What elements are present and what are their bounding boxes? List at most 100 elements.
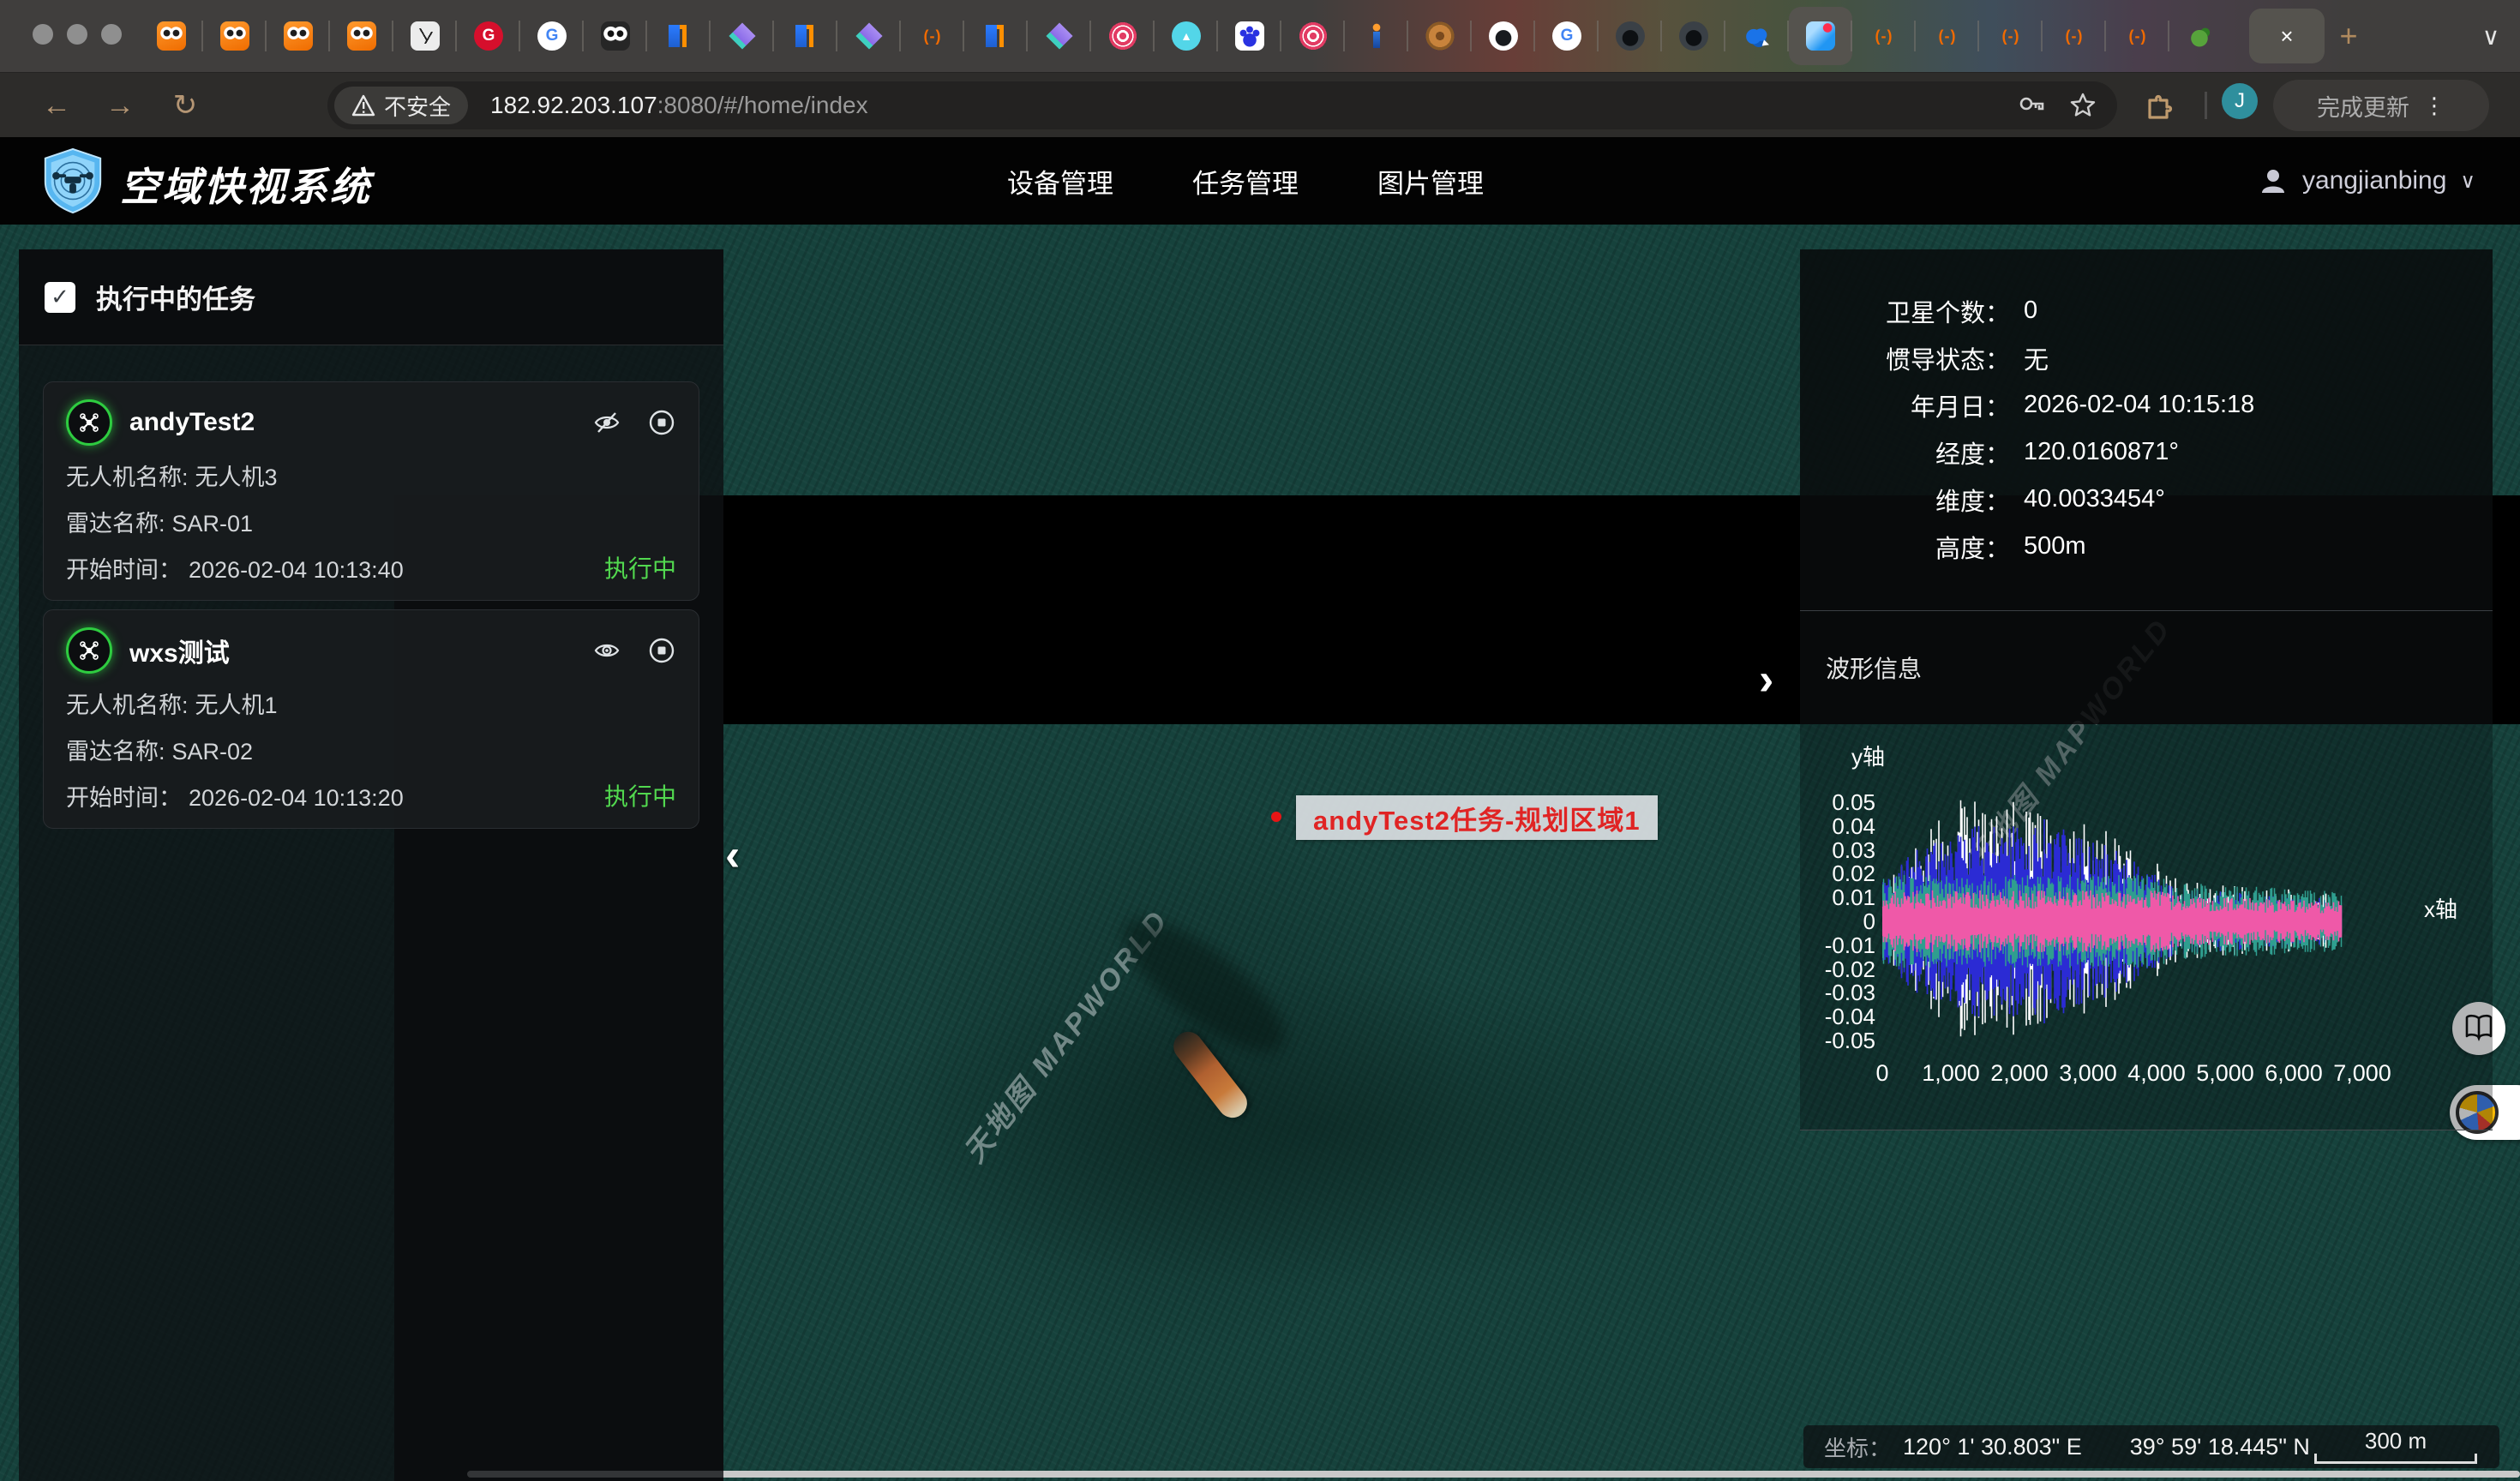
gem-purple-favicon-icon xyxy=(1039,15,1080,57)
url-path: :8080/#/home/index xyxy=(657,92,868,118)
tab-map[interactable] xyxy=(1789,7,1852,65)
tab-cloud[interactable] xyxy=(1725,7,1789,65)
security-chip-label: 不安全 xyxy=(384,90,451,122)
active-tab[interactable]: × xyxy=(2249,9,2325,63)
nav-image-management[interactable]: 图片管理 xyxy=(1377,162,1484,201)
tab-brackets-4[interactable]: (-) xyxy=(1979,7,2043,65)
browser-menu-icon[interactable]: ⋮ xyxy=(2423,93,2445,119)
tab-doc-3[interactable] xyxy=(964,7,1028,65)
tab-doc-1[interactable] xyxy=(647,7,711,65)
tab-brackets-3[interactable]: (-) xyxy=(1916,7,1979,65)
start-time-value: 2026-02-04 10:13:40 xyxy=(189,557,404,583)
tab-google-2[interactable]: G xyxy=(1535,7,1599,65)
task-name: wxs测试 xyxy=(129,632,230,669)
tab-owl-4[interactable] xyxy=(330,7,393,65)
uav-value: 无人机1 xyxy=(195,693,278,718)
password-key-icon[interactable] xyxy=(2018,92,2045,119)
gem-purple-favicon-icon xyxy=(849,15,890,57)
tab-rings-1[interactable] xyxy=(1091,7,1155,65)
task-status-badge: 执行中 xyxy=(604,550,676,585)
tea-green-favicon-icon xyxy=(2187,21,2216,51)
waveform-chart: y轴 x轴 0.050.040.030.020.010-0.01-0.02-0.… xyxy=(1800,724,2493,1130)
tab-github-3[interactable] xyxy=(1662,7,1725,65)
tab-brackets-6[interactable]: (-) xyxy=(2106,7,2169,65)
app-logo-shield-drone-icon xyxy=(39,147,106,215)
visibility-on-icon[interactable] xyxy=(592,636,621,665)
stop-task-icon[interactable] xyxy=(647,408,676,437)
site-security-chip[interactable]: 不安全 xyxy=(334,87,468,124)
waveform-title: 波形信息 xyxy=(1826,651,1922,685)
browser-update-button[interactable]: 完成更新 ⋮ xyxy=(2273,80,2489,131)
tab-paw[interactable] xyxy=(1218,7,1281,65)
y-tick: -0.05 xyxy=(1800,1029,1875,1052)
window-close-button[interactable] xyxy=(33,24,53,45)
tab-tea[interactable] xyxy=(2169,7,2233,65)
radar-label: 雷达名称: xyxy=(66,511,165,537)
horizontal-scrollbar[interactable] xyxy=(467,1471,2520,1478)
satellite-count-value: 0 xyxy=(2024,297,2037,325)
new-tab-button[interactable]: + xyxy=(2328,15,2369,57)
tab-g-red[interactable]: G xyxy=(457,7,520,65)
y-tick: 0.02 xyxy=(1800,862,1875,884)
expand-right-panel-icon[interactable]: › xyxy=(1759,657,1773,702)
forward-button[interactable]: → xyxy=(96,81,144,129)
stop-task-icon[interactable] xyxy=(647,636,676,665)
running-tasks-title: 执行中的任务 xyxy=(96,278,255,316)
task-card-andytest2[interactable]: andyTest2 无人机名称:无人机3 雷达名称:SAR-01 开始时间：20… xyxy=(43,381,699,601)
satellite-count-label: 卫星个数： xyxy=(1800,293,2010,329)
brackets-orange-favicon-icon: (-) xyxy=(2060,21,2089,51)
task-card-wxs[interactable]: wxs测试 无人机名称:无人机1 雷达名称:SAR-02 开始时间：2026-0… xyxy=(43,609,699,829)
tab-brackets-1[interactable]: (-) xyxy=(901,7,964,65)
candle-blue-favicon-icon xyxy=(1362,21,1391,51)
show-tasks-checkbox[interactable]: ✓ xyxy=(45,282,75,313)
nav-device-management[interactable]: 设备管理 xyxy=(1007,162,1113,201)
window-zoom-button[interactable] xyxy=(101,24,122,45)
running-tasks-header: ✓ 执行中的任务 xyxy=(19,249,723,345)
tab-gem-2[interactable] xyxy=(837,7,901,65)
tab-github-2[interactable] xyxy=(1599,7,1662,65)
tab-aperture[interactable] xyxy=(1408,7,1472,65)
bookmark-star-icon[interactable] xyxy=(2069,92,2097,119)
collapse-left-panel-icon[interactable]: ‹ xyxy=(725,833,740,878)
nav-task-management[interactable]: 任务管理 xyxy=(1192,162,1299,201)
tab-tower[interactable]: ▲ xyxy=(1155,7,1218,65)
latitude-label: 维度： xyxy=(1800,482,2010,518)
visibility-off-icon[interactable] xyxy=(592,408,621,437)
tab-owl-dark[interactable] xyxy=(584,7,647,65)
tab-owl-3[interactable] xyxy=(267,7,330,65)
map-annotation-label: andyTest2任务-规划区域1 xyxy=(1296,795,1658,840)
tab-brackets-2[interactable]: (-) xyxy=(1852,7,1916,65)
longitude-coordinate: 120° 1' 30.803" E xyxy=(1903,1434,2082,1460)
tab-owl-1[interactable] xyxy=(140,7,203,65)
user-menu[interactable]: yangjianbing ∨ xyxy=(2258,137,2475,225)
annotation-text: andyTest2任务-规划区域1 xyxy=(1313,799,1641,837)
tab-overflow-button[interactable]: ∨ xyxy=(2470,15,2511,57)
doc-blue-favicon-icon xyxy=(791,21,820,51)
google-g-favicon-icon: G xyxy=(1552,21,1581,51)
tab-owl-2[interactable] xyxy=(203,7,267,65)
tab-google-1[interactable]: G xyxy=(520,7,584,65)
tab-brackets-5[interactable]: (-) xyxy=(2043,7,2106,65)
window-minimize-button[interactable] xyxy=(67,24,87,45)
back-button[interactable]: ← xyxy=(33,81,81,129)
reload-button[interactable]: ↻ xyxy=(161,81,209,129)
close-tab-icon[interactable]: × xyxy=(2280,23,2293,50)
ins-status-value: 无 xyxy=(2024,340,2049,376)
tab-candle[interactable] xyxy=(1345,7,1408,65)
browser-tab-strip: GG(-)▲G(-)(-)(-)(-)(-) × + ∨ xyxy=(0,0,2520,72)
tab-gem-1[interactable] xyxy=(711,7,774,65)
tab-rings-2[interactable] xyxy=(1281,7,1345,65)
tower-teal-favicon-icon: ▲ xyxy=(1172,21,1201,51)
google-g-favicon-icon: G xyxy=(537,21,567,51)
tab-gem-3[interactable] xyxy=(1028,7,1091,65)
longitude-value: 120.0160871° xyxy=(2024,438,2179,466)
omnibox[interactable]: 不安全 182.92.203.107:8080/#/home/index xyxy=(327,81,2117,129)
tab-doodle[interactable] xyxy=(393,7,457,65)
x-tick: 3,000 xyxy=(2059,1060,2117,1087)
username: yangjianbing xyxy=(2302,166,2446,195)
app-header: 空域快视系统 设备管理 任务管理 图片管理 yangjianbing ∨ xyxy=(0,137,2520,225)
profile-avatar[interactable]: J xyxy=(2222,83,2258,119)
tab-github-1[interactable] xyxy=(1472,7,1535,65)
extensions-puzzle-icon[interactable] xyxy=(2143,88,2177,123)
tab-doc-2[interactable] xyxy=(774,7,837,65)
